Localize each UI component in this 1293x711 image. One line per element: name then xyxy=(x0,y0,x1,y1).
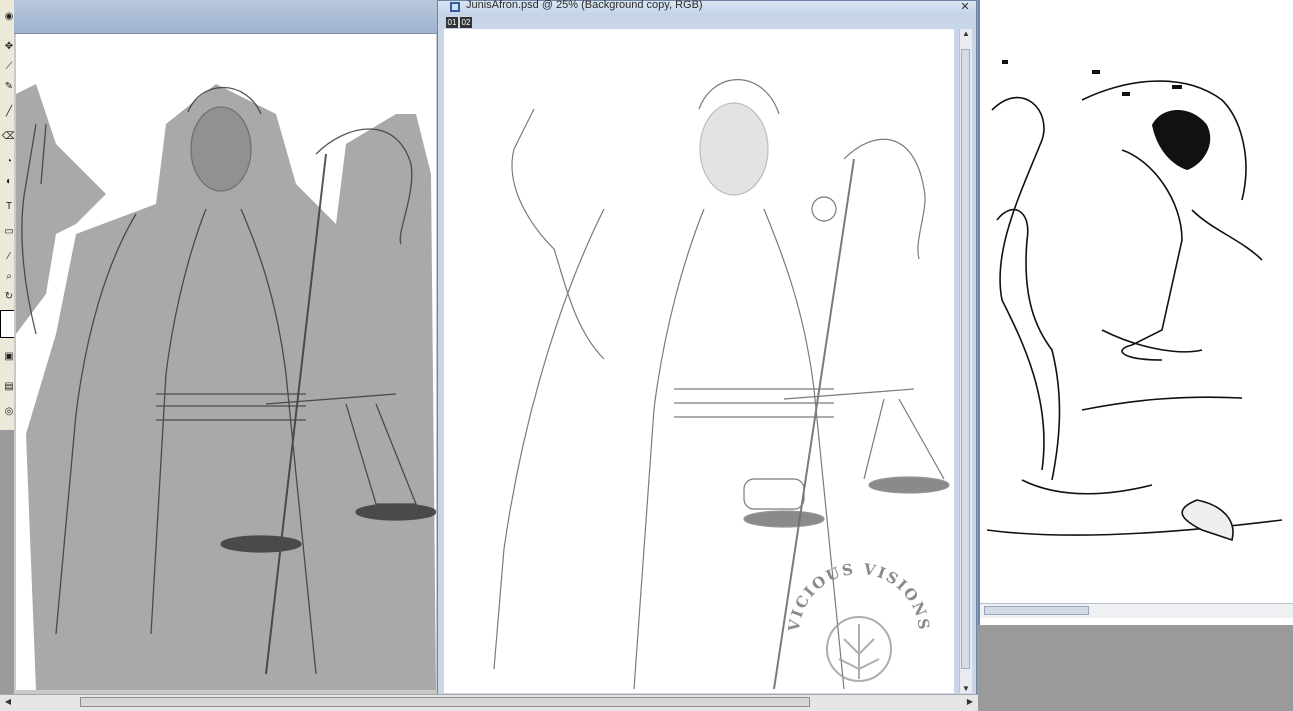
canvas-comic-inks[interactable] xyxy=(982,0,1293,603)
scroll-right-arrow[interactable]: ▶ xyxy=(964,697,976,706)
close-icon[interactable]: ✕ xyxy=(958,1,972,13)
psd-file-icon xyxy=(450,2,460,12)
window-titlebar[interactable] xyxy=(14,0,437,34)
watermark-text: VICIOUS VISIONS xyxy=(785,560,934,634)
scroll-up-arrow[interactable]: ▲ xyxy=(960,29,972,38)
foreground-color-swatch[interactable] xyxy=(0,310,15,338)
watermark-logo: VICIOUS VISIONS xyxy=(785,560,934,682)
scroll-thumb[interactable] xyxy=(984,606,1089,615)
chip-02[interactable]: 02 xyxy=(460,17,472,28)
workspace-horizontal-scrollbar[interactable]: ◀ ▶ xyxy=(0,694,978,711)
scroll-down-arrow[interactable]: ▼ xyxy=(960,684,972,693)
horizontal-scrollbar[interactable] xyxy=(980,603,1293,618)
canvas-masked-sketch[interactable] xyxy=(16,34,436,690)
document-window-left xyxy=(14,0,437,694)
scroll-thumb[interactable] xyxy=(80,697,810,707)
window-title: JunisAfron.psd @ 25% (Background copy, R… xyxy=(466,0,703,11)
document-window-right[interactable] xyxy=(978,0,1293,625)
chip-01[interactable]: 01 xyxy=(446,17,458,28)
canvas-sketch[interactable]: VICIOUS VISIONS xyxy=(444,29,954,693)
document-window-center[interactable]: JunisAfron.psd @ 25% (Background copy, R… xyxy=(437,0,977,697)
comic-panel-illustration xyxy=(986,60,1283,542)
window-titlebar[interactable]: JunisAfron.psd @ 25% (Background copy, R… xyxy=(438,0,976,15)
masked-figure-illustration xyxy=(16,84,436,690)
vertical-scrollbar[interactable]: ▲ ▼ xyxy=(959,29,972,693)
scroll-thumb[interactable] xyxy=(961,49,970,669)
scroll-left-arrow[interactable]: ◀ xyxy=(2,697,14,706)
